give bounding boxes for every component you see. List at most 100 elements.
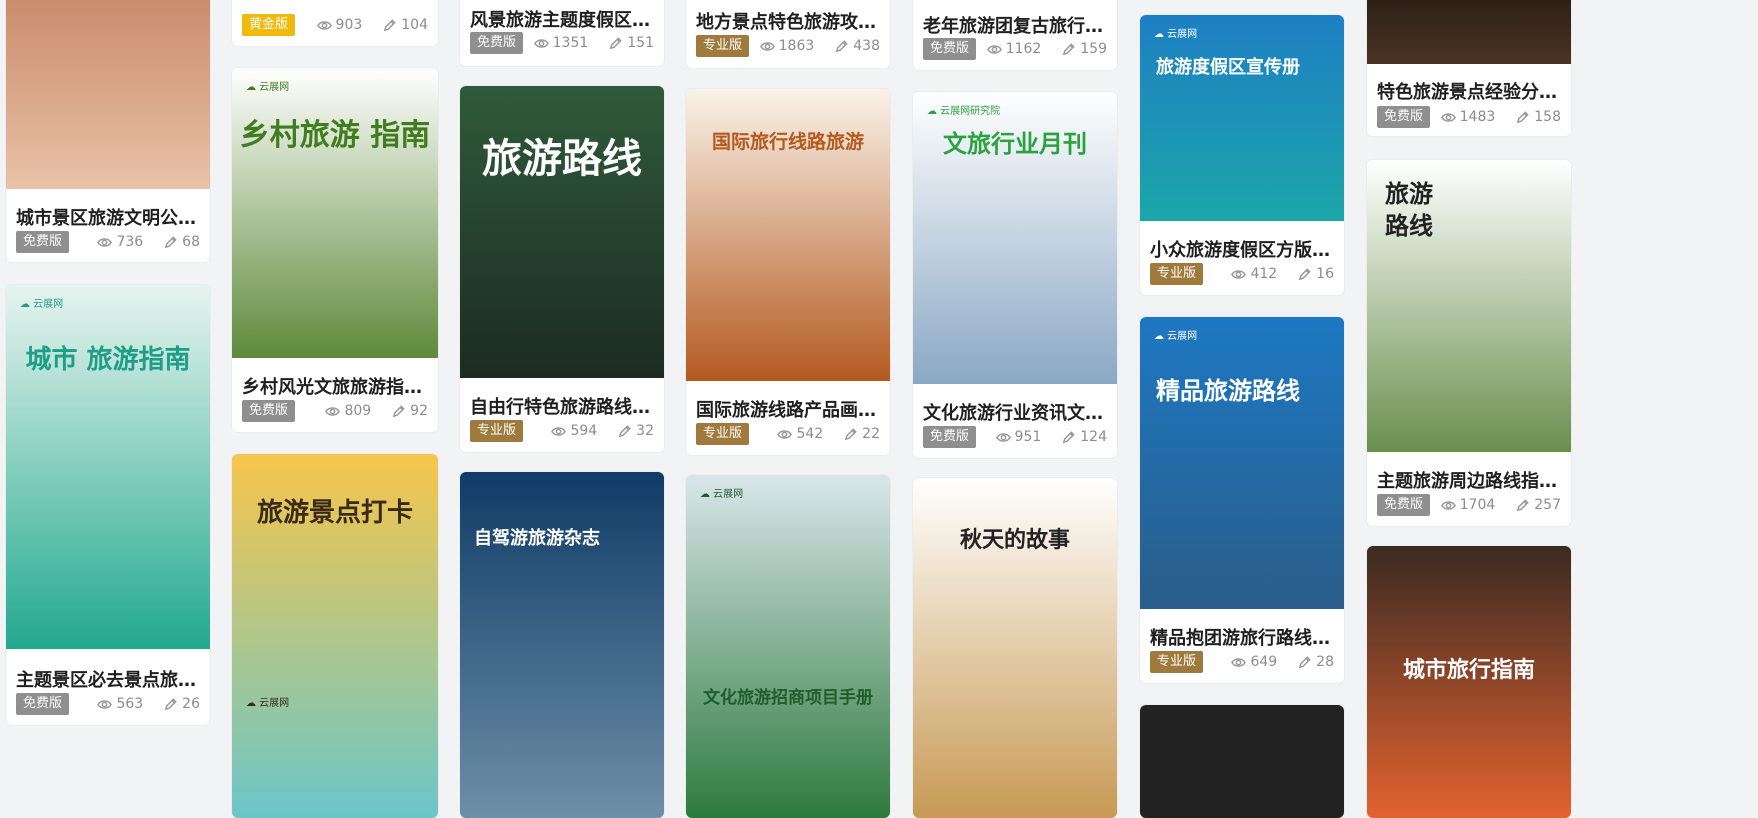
- tier-badge: 黄金版: [242, 14, 296, 36]
- template-card[interactable]: 乡村旅游 指南 ☁ 云展网 乡村风光文旅旅游指南... 免费版 809 92: [232, 68, 438, 432]
- template-card[interactable]: 特色旅游景点经验分享... 免费版 1483 158: [1367, 0, 1571, 136]
- thumbnail-title: 旅游路线: [482, 136, 642, 182]
- eye-icon: [533, 38, 549, 48]
- edit-icon: [609, 36, 622, 49]
- template-thumbnail[interactable]: 乡村旅游 指南 ☁ 云展网: [232, 68, 438, 358]
- view-count: 736: [116, 234, 144, 250]
- edit-count: 68: [182, 234, 200, 250]
- thumbnail-title: 文旅行业月刊: [943, 130, 1087, 158]
- view-count: 649: [1250, 654, 1278, 670]
- template-card[interactable]: 旅游 路线 主题旅游周边路线指南... 免费版 1704 257: [1367, 160, 1571, 526]
- template-thumbnail[interactable]: 城市 旅游指南 ☁ 云展网: [6, 285, 210, 649]
- template-card[interactable]: 精品旅游路线 ☁ 云展网 精品抱团游旅行路线旅... 专业版 649 28: [1140, 317, 1344, 683]
- card-title[interactable]: 精品抱团游旅行路线旅...: [1150, 624, 1334, 650]
- eye-icon: [1231, 657, 1247, 667]
- template-thumbnail[interactable]: 城市旅行指南: [1367, 546, 1571, 818]
- card-title[interactable]: 地方景点特色旅游攻略...: [696, 8, 880, 34]
- thumbnail-title: 精品旅游路线: [1156, 377, 1300, 405]
- eye-icon: [777, 429, 793, 439]
- template-thumbnail[interactable]: [1140, 705, 1344, 818]
- template-card[interactable]: 城市 旅游指南 ☁ 云展网 主题景区必去景点旅游... 免费版 563 26: [6, 285, 210, 725]
- template-card[interactable]: 旅游景点打卡 ☁ 云展网: [232, 454, 438, 818]
- template-card[interactable]: 老年旅游团复古旅行纪... 免费版 1162 159: [913, 0, 1117, 70]
- eye-icon: [551, 426, 567, 436]
- template-thumbnail[interactable]: [1367, 0, 1571, 64]
- template-card[interactable]: 风景旅游主题度假区宣... 免费版 1351 151: [460, 0, 664, 66]
- edit-count: 26: [182, 696, 200, 712]
- eye-icon: [97, 237, 113, 247]
- card-title[interactable]: 小众旅游度假区方版宣...: [1150, 236, 1334, 262]
- template-thumbnail[interactable]: 旅游景点打卡 ☁ 云展网: [232, 454, 438, 818]
- template-thumbnail[interactable]: 精品旅游路线 ☁ 云展网: [1140, 317, 1344, 609]
- card-stats: 1351 151: [533, 32, 654, 54]
- edit-icon: [1516, 110, 1529, 123]
- template-card[interactable]: 城市旅行指南: [1367, 546, 1571, 818]
- eye-icon: [1440, 112, 1456, 122]
- template-card[interactable]: 旅游路线 自由行特色旅游路线旅... 专业版 594 32: [460, 86, 664, 452]
- tier-badge: 专业版: [1150, 263, 1204, 285]
- view-count: 1863: [778, 38, 815, 54]
- eye-icon: [986, 44, 1002, 54]
- card-stats: 809 92: [325, 400, 428, 422]
- view-count: 903: [335, 17, 363, 33]
- edit-icon: [1298, 267, 1311, 280]
- card-title[interactable]: 城市景区旅游文明公约...: [16, 204, 200, 230]
- edit-count: 151: [627, 35, 654, 51]
- template-thumbnail[interactable]: 自驾游旅游杂志: [460, 472, 664, 818]
- brand-logo: ☁ 云展网: [246, 698, 290, 709]
- card-title[interactable]: 文化旅游行业资讯文旅...: [923, 399, 1107, 425]
- template-card[interactable]: 地方景点特色旅游攻略... 专业版 1863 438: [686, 0, 890, 68]
- card-title[interactable]: 乡村风光文旅旅游指南...: [242, 373, 428, 399]
- edit-count: 32: [636, 423, 654, 439]
- template-thumbnail[interactable]: 文化旅游招商项目手册 ☁ 云展网: [686, 475, 890, 818]
- card-stats: 542 22: [777, 423, 880, 445]
- brand-logo: ☁ 云展网: [246, 82, 290, 93]
- edit-icon: [392, 404, 405, 417]
- eye-icon: [97, 699, 113, 709]
- thumbnail-title: 旅游度假区宣传册: [1156, 57, 1300, 78]
- edit-icon: [383, 18, 396, 31]
- template-card[interactable]: 文旅行业月刊 ☁ 云展网研究院 文化旅游行业资讯文旅... 免费版 951 124: [913, 92, 1117, 458]
- eye-icon: [995, 432, 1011, 442]
- brand-logo: ☁ 云展网研究院: [927, 106, 1001, 117]
- card-title[interactable]: 特色旅游景点经验分享...: [1377, 78, 1561, 104]
- template-card[interactable]: 城市景区旅游文明公约... 免费版 736 68: [6, 0, 210, 262]
- view-count: 951: [1014, 429, 1042, 445]
- edit-icon: [1516, 498, 1529, 511]
- template-thumbnail[interactable]: 旅游 路线: [1367, 160, 1571, 452]
- edit-icon: [1298, 655, 1311, 668]
- template-card[interactable]: 文化旅游招商项目手册 ☁ 云展网: [686, 475, 890, 818]
- template-card[interactable]: 黄金版 903 104: [232, 0, 438, 46]
- card-title[interactable]: 自由行特色旅游路线旅...: [470, 393, 654, 419]
- thumbnail-title: 旅游 路线: [1385, 180, 1433, 240]
- view-count: 1351: [552, 35, 589, 51]
- card-stats: 903 104: [316, 14, 428, 36]
- edit-icon: [164, 235, 177, 248]
- template-card[interactable]: 秋天的故事: [913, 478, 1117, 818]
- template-card[interactable]: 自驾游旅游杂志: [460, 472, 664, 818]
- template-card[interactable]: 国际旅行线路旅游 国际旅游线路产品画册... 专业版 542 22: [686, 89, 890, 455]
- template-thumbnail[interactable]: 秋天的故事: [913, 478, 1117, 818]
- view-count: 542: [796, 426, 824, 442]
- view-count: 1483: [1459, 109, 1496, 125]
- thumbnail-title: 文化旅游招商项目手册: [703, 688, 873, 708]
- eye-icon: [1440, 500, 1456, 510]
- template-thumbnail[interactable]: 文旅行业月刊 ☁ 云展网研究院: [913, 92, 1117, 384]
- template-thumbnail[interactable]: 国际旅行线路旅游: [686, 89, 890, 381]
- card-title[interactable]: 国际旅游线路产品画册...: [696, 396, 880, 422]
- template-card[interactable]: 旅游度假区宣传册 ☁ 云展网 小众旅游度假区方版宣... 专业版 412 16: [1140, 15, 1344, 295]
- view-count: 412: [1250, 266, 1278, 282]
- template-card[interactable]: [1140, 705, 1344, 818]
- card-title[interactable]: 老年旅游团复古旅行纪...: [923, 12, 1107, 38]
- template-thumbnail[interactable]: 旅游路线: [460, 86, 664, 378]
- edit-count: 22: [862, 426, 880, 442]
- card-stats: 649 28: [1231, 651, 1334, 673]
- card-title[interactable]: 主题景区必去景点旅游...: [16, 666, 200, 692]
- card-stats: 1162 159: [986, 38, 1107, 60]
- tier-badge: 免费版: [242, 400, 296, 422]
- card-title[interactable]: 主题旅游周边路线指南...: [1377, 467, 1561, 493]
- template-thumbnail[interactable]: [6, 0, 210, 189]
- card-title[interactable]: 风景旅游主题度假区宣...: [470, 6, 654, 32]
- template-thumbnail[interactable]: 旅游度假区宣传册 ☁ 云展网: [1140, 15, 1344, 221]
- view-count: 1704: [1459, 497, 1496, 513]
